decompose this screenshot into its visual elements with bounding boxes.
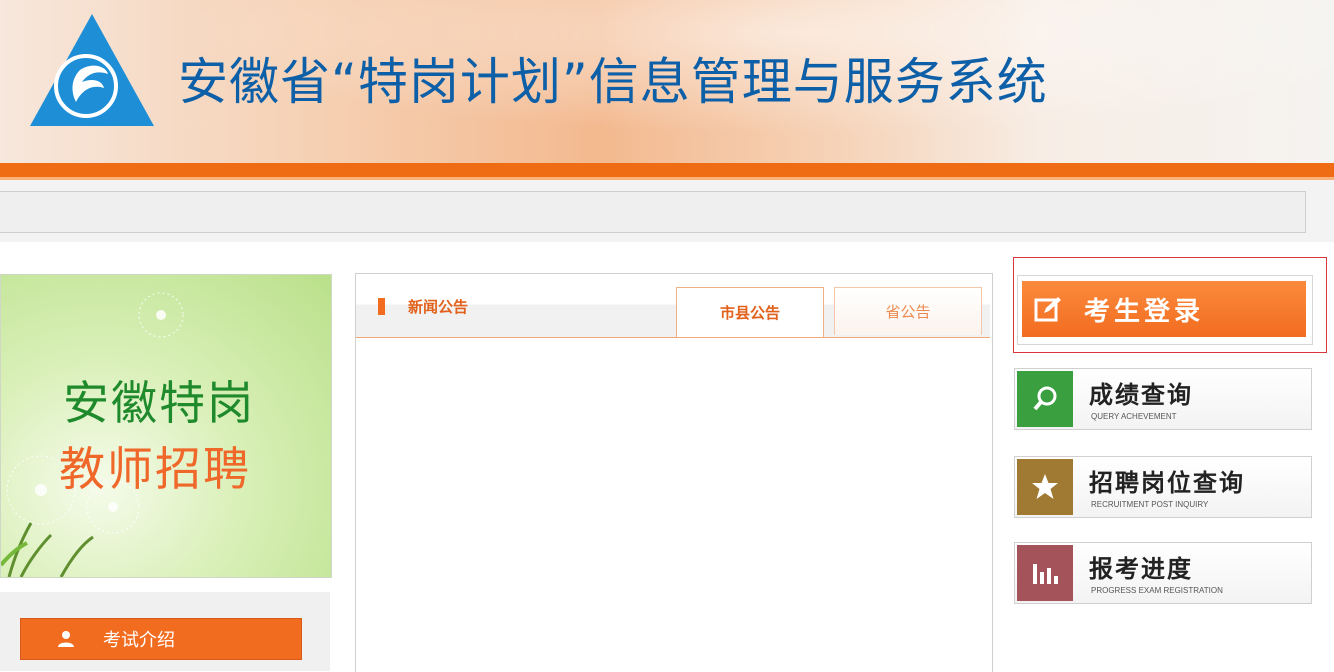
header-accent-bar <box>0 163 1334 177</box>
site-title: 安徽省“特岗计划”信息管理与服务系统 <box>178 53 1048 111</box>
registration-progress-label: 报考进度 <box>1089 554 1193 583</box>
tab-city-county-notices[interactable]: 市县公告 <box>676 287 824 337</box>
exam-intro-button[interactable]: 考试介绍 <box>20 618 302 660</box>
teacher-recruitment-banner[interactable]: 安徽特岗 教师招聘 <box>0 274 332 578</box>
registration-progress-button[interactable]: 报考进度 PROGRESS EXAM REGISTRATION <box>1014 542 1312 604</box>
exam-intro-label: 考试介绍 <box>103 630 175 651</box>
score-query-button[interactable]: 成绩查询 QUERY ACHEVEMENT <box>1014 368 1312 430</box>
tab-province-notices[interactable]: 省公告 <box>834 287 982 335</box>
banner-line-2: 教师招聘 <box>59 442 251 496</box>
news-title-marker <box>378 298 385 315</box>
anhui-education-logo-icon[interactable] <box>26 10 158 132</box>
candidate-login-label: 考生登录 <box>1084 296 1205 327</box>
recruitment-post-query-button[interactable]: 招聘岗位查询 RECRUITMENT POST INQUIRY <box>1014 456 1312 518</box>
score-query-sublabel: QUERY ACHEVEMENT <box>1091 412 1177 421</box>
registration-progress-sublabel: PROGRESS EXAM REGISTRATION <box>1091 586 1223 595</box>
banner-line-1: 安徽特岗 <box>63 376 255 430</box>
search-icon <box>1017 371 1073 427</box>
news-title: 新闻公告 <box>408 298 469 316</box>
recruitment-post-query-label: 招聘岗位查询 <box>1089 468 1245 497</box>
bar-chart-icon <box>1017 545 1073 601</box>
candidate-login-button[interactable]: 考生登录 <box>1022 281 1306 337</box>
recruitment-post-query-sublabel: RECRUITMENT POST INQUIRY <box>1091 500 1209 509</box>
user-icon <box>58 631 74 647</box>
score-query-label: 成绩查询 <box>1089 380 1193 409</box>
star-icon <box>1017 459 1073 515</box>
edit-icon <box>1034 297 1061 322</box>
nav-bar[interactable] <box>0 191 1306 233</box>
